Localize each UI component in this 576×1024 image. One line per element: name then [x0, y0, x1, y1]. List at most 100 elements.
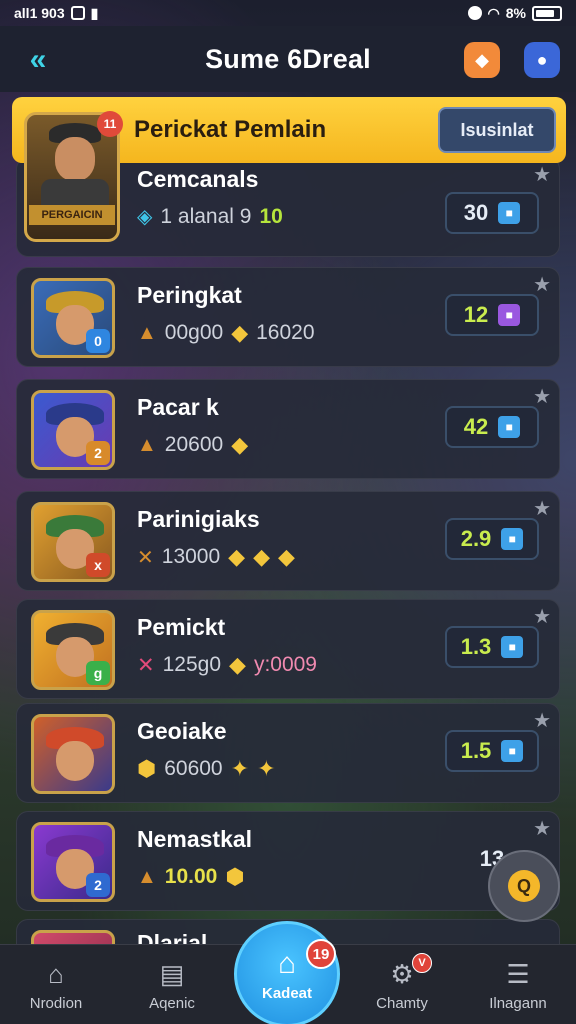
list-item[interactable]: 0 Peringkat ▲ 00g00 ◆ 16020 12 ■ ★ — [16, 267, 560, 367]
level-badge: 0 — [86, 329, 110, 353]
gold-diamond-icon: ◆ — [278, 544, 295, 569]
nav-item-home[interactable]: ⌂ Nrodion — [8, 959, 104, 1019]
score-box[interactable]: 12 ■ — [445, 294, 539, 336]
level-badge: g — [86, 661, 110, 685]
star-icon[interactable]: ★ — [533, 496, 551, 521]
back-icon[interactable]: « — [18, 40, 58, 80]
gold-diamond-icon: ◆ — [229, 652, 246, 677]
nav-item-community[interactable]: ⚙ Chamty — [354, 959, 450, 1019]
player-stats: ⬢ 60600 ✦ ✦ — [137, 756, 276, 782]
nav-label: Aqenic — [149, 995, 195, 1012]
player-name: Geoiake — [137, 718, 227, 744]
list-item[interactable]: g Pemickt ✕ 125g0 ◆ y:0009 1.3 ■ ★ — [16, 599, 560, 699]
level-badge: 2 — [86, 873, 110, 897]
score-value: 30 — [463, 200, 489, 225]
banner-button[interactable]: Isusinlat — [438, 107, 556, 153]
score-value: 12 — [463, 302, 489, 327]
stat-value: 60600 — [164, 757, 223, 780]
score-value: 1.3 — [460, 634, 492, 659]
nav-label: Ilnagann — [489, 995, 547, 1012]
star-icon[interactable]: ★ — [533, 272, 551, 297]
gold-coin-stack-icon: ⬢ — [225, 864, 245, 889]
coin-pile-icon: ▲ — [137, 433, 157, 456]
alarm-icon — [467, 6, 482, 20]
status-bar: all1 903 ▮ ◠ 8% — [0, 0, 576, 26]
rank-badge: 11 — [97, 111, 123, 137]
score-box[interactable]: 1.5 ■ — [445, 730, 539, 772]
notification-badge: 19 — [306, 939, 336, 969]
nav-label: Chamty — [376, 995, 428, 1012]
avatar: 0 — [31, 278, 115, 358]
nav-item-main[interactable]: ⌂ Kadeat — [234, 921, 340, 1024]
cube-icon: ■ — [501, 740, 524, 762]
avatar: 2 — [31, 390, 115, 470]
notification-badge: V — [412, 953, 432, 973]
stat-value: 1 alanal 9 — [160, 204, 252, 228]
player-name: Pemickt — [137, 614, 226, 640]
gold-star-icon: ✦ — [257, 756, 276, 781]
list-item[interactable]: 2 Pacar k ▲ 20600 ◆ 42 ■ ★ — [16, 379, 560, 479]
house-icon: ⌂ — [48, 959, 64, 989]
player-name: Peringkat — [137, 282, 242, 308]
list-item[interactable]: x Parinigiaks ✕ 13000 ◆ ◆ ◆ 2.9 ■ ★ — [16, 491, 560, 591]
player-stats: ▲ 00g00 ◆ 16020 — [137, 320, 315, 346]
clipboard-icon: ▤ — [159, 959, 185, 989]
star-icon[interactable]: ★ — [533, 384, 551, 409]
avatar: x — [31, 502, 115, 582]
crossed-tools-icon: ✕ — [137, 546, 154, 569]
stat-value-2: 10 — [259, 204, 283, 228]
gold-coin-icon: ⬢ — [137, 756, 157, 781]
stat-value: 125g0 — [162, 653, 222, 676]
stat-value-2: 16020 — [256, 321, 315, 344]
mascot-icon[interactable]: ● — [524, 42, 560, 78]
score-value: 2.9 — [460, 526, 492, 551]
score-box[interactable]: 2.9 ■ — [445, 518, 539, 560]
score-value: 42 — [463, 414, 489, 439]
score-value: 1.5 — [460, 738, 492, 763]
level-badge: 2 — [86, 441, 110, 465]
fab-icon: Q — [508, 870, 540, 902]
bottom-nav: ⌂ Nrodion ▤ Aqenic ⌂ Kadeat 19 ⚙ Chamty … — [0, 921, 576, 1024]
gold-diamond-icon: ◆ — [253, 544, 271, 569]
app-header: « Sume 6Dreal ◆ ● — [0, 26, 576, 92]
score-box[interactable]: 1.3 ■ — [445, 626, 539, 668]
coin-pile-icon: ▲ — [137, 865, 157, 888]
page-title: Sume 6Dreal — [205, 43, 371, 74]
player-name: Parinigiaks — [137, 506, 260, 532]
player-stats: ✕ 125g0 ◆ y:0009 — [137, 652, 317, 678]
star-icon[interactable]: ★ — [533, 604, 551, 629]
stat-value: 00g00 — [164, 321, 224, 344]
floating-action-button[interactable]: Q — [488, 850, 560, 922]
star-icon[interactable]: ★ — [533, 162, 551, 187]
star-icon[interactable]: ★ — [533, 816, 551, 841]
nav-item-menu[interactable]: ☰ Ilnagann — [470, 959, 566, 1019]
player-name: Cemcanals — [137, 166, 259, 192]
list-item[interactable]: 2 Nemastkal ▲ 10.00 ⬢ 13 ★ — [16, 811, 560, 911]
player-name: Pacar k — [137, 394, 219, 420]
menu-icon: ☰ — [506, 959, 530, 989]
gold-diamond-icon: ◆ — [231, 432, 249, 457]
stat-value: 13000 — [161, 545, 221, 568]
battery-icon — [532, 5, 562, 21]
top-player-plate: PERGAICIN — [29, 205, 115, 225]
score-box[interactable]: 30 ■ — [445, 192, 539, 234]
player-stats: ▲ 20600 ◆ — [137, 432, 248, 458]
list-item[interactable]: Geoiake ⬢ 60600 ✦ ✦ 1.5 ■ ★ — [16, 703, 560, 803]
top-player-avatar[interactable]: PERGAICIN 11 — [24, 111, 123, 242]
nav-label: Nrodion — [29, 995, 83, 1012]
nav-label: Kadeat — [261, 984, 313, 1002]
cube-icon: ■ — [498, 202, 521, 224]
star-icon[interactable]: ★ — [533, 708, 551, 733]
gold-star-icon: ✦ — [230, 756, 250, 781]
cube-icon: ■ — [498, 304, 521, 326]
nav-item-agenda[interactable]: ▤ Aqenic — [124, 959, 220, 1019]
cube-icon: ■ — [501, 528, 524, 550]
pet-icon[interactable]: ◆ — [464, 42, 500, 78]
level-badge: x — [86, 553, 110, 577]
crossed-swords-icon: ✕ — [137, 653, 155, 677]
score-box[interactable]: 42 ■ — [445, 406, 539, 448]
diamond-icon: ◈ — [137, 206, 153, 228]
avatar: g — [31, 610, 115, 690]
battery-text: 8% — [505, 5, 526, 21]
status-left-text: all1 903 — [14, 5, 65, 21]
